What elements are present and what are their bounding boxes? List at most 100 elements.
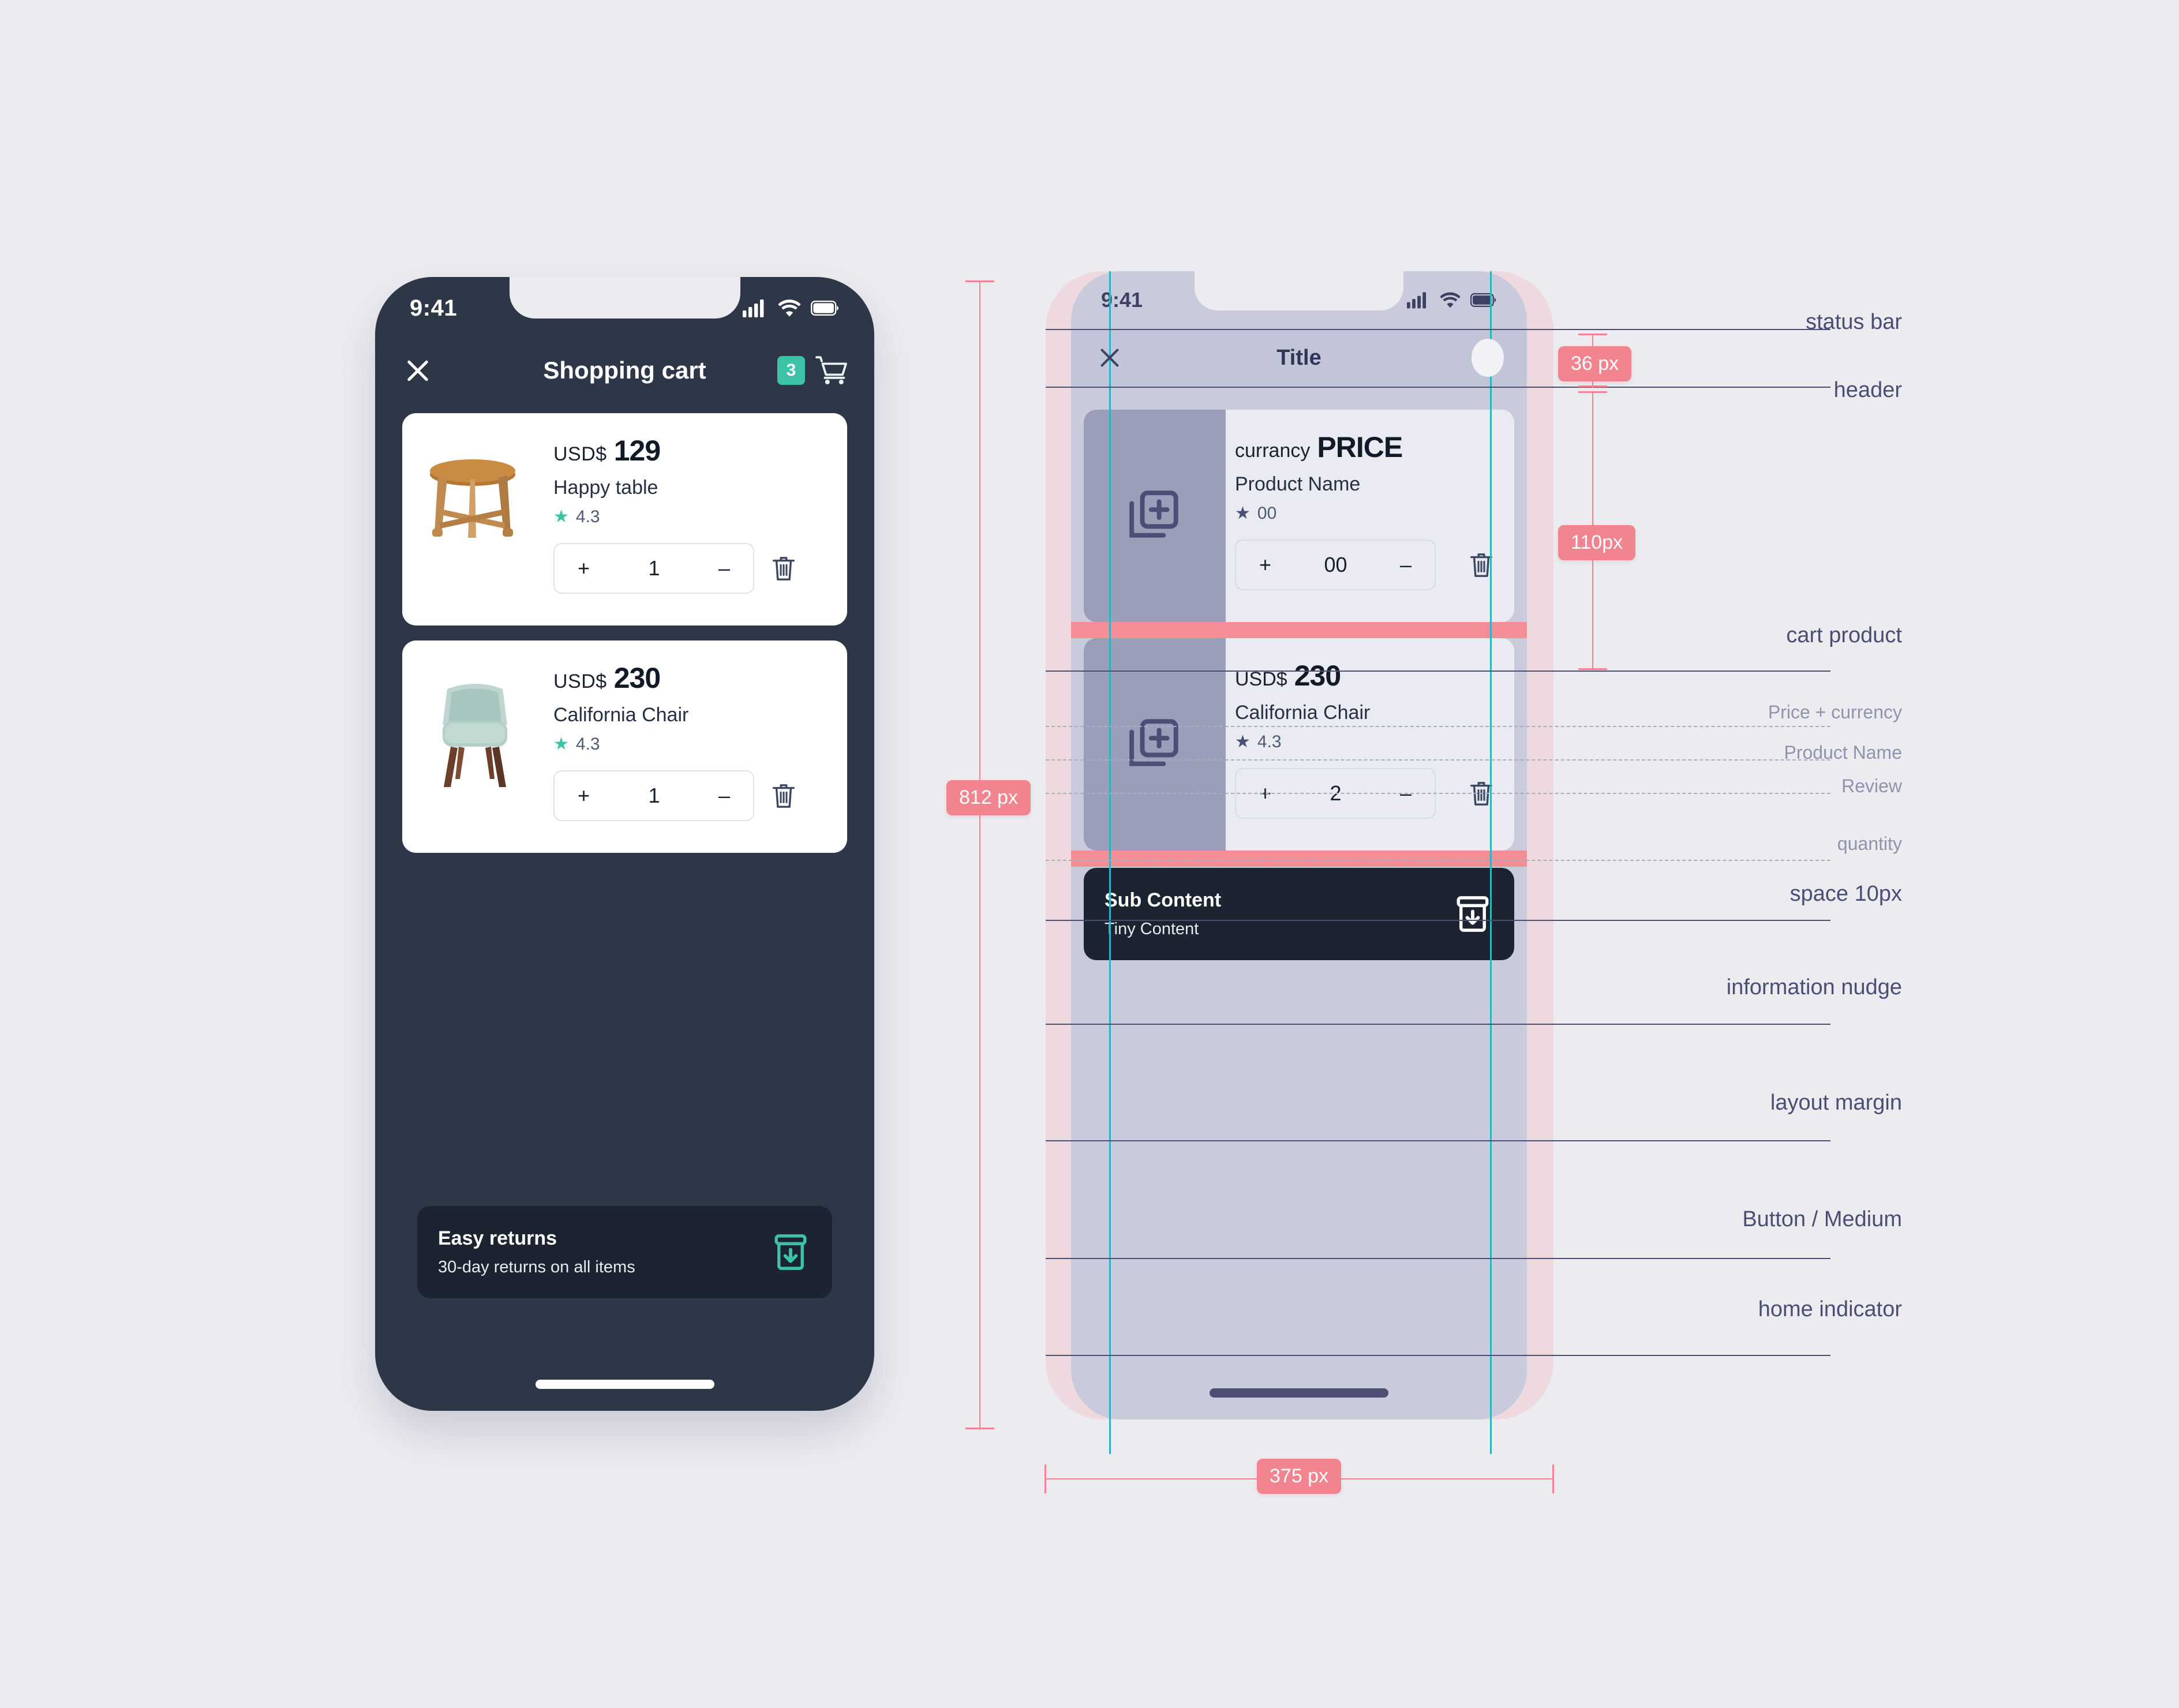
quantity-stepper[interactable]: + 1 –	[553, 770, 754, 821]
increment-button[interactable]: +	[578, 556, 590, 580]
quantity-stepper[interactable]: + 1 –	[553, 543, 754, 594]
battery-icon	[1470, 293, 1496, 307]
trash-icon[interactable]	[770, 553, 797, 583]
spacing-band	[1071, 851, 1527, 867]
home-indicator	[1210, 1388, 1388, 1398]
status-bar-icons	[1407, 291, 1497, 309]
status-bar: 9:41	[1071, 271, 1527, 329]
rating-value: 00	[1257, 504, 1277, 523]
product-name: Product Name	[1235, 473, 1361, 495]
annotation-layout-margin: layout margin	[1770, 1091, 1902, 1115]
cart-count-badge: 3	[777, 356, 805, 385]
page-title: Title	[1276, 345, 1321, 370]
price-amount: PRICE	[1317, 431, 1403, 463]
close-icon[interactable]	[1094, 342, 1125, 373]
price-currency: currancy	[1235, 440, 1311, 462]
price-row: USD$ 230	[553, 661, 828, 695]
annotation-information-nudge: information nudge	[1726, 975, 1902, 999]
trash-icon[interactable]	[770, 781, 797, 811]
annotation-header: header	[1833, 378, 1902, 402]
nudge-title: Sub Content	[1105, 889, 1222, 911]
section-line-status-bar	[1046, 329, 1830, 330]
rating-value: 4.3	[1257, 732, 1282, 751]
star-icon: ★	[1235, 732, 1251, 751]
avatar[interactable]	[1472, 339, 1504, 377]
design-phone-mockup: 9:41 Shopping cart 3 USD$ 129 Happy tabl…	[375, 277, 874, 1411]
return-box-icon	[774, 1234, 807, 1270]
product-details: USD$ 230 California Chair ★ 4.3 + 1 –	[544, 640, 847, 853]
decrement-button[interactable]: –	[1400, 553, 1412, 577]
increment-button[interactable]: +	[1259, 553, 1271, 577]
quantity-value: 1	[648, 784, 660, 807]
close-icon[interactable]	[400, 353, 435, 388]
quantity-value: 1	[648, 556, 660, 580]
home-indicator	[535, 1380, 714, 1389]
signal-icon	[1407, 292, 1427, 309]
measure-cap-header-top	[1578, 334, 1607, 335]
measure-cap-cart-top	[1578, 391, 1607, 393]
measure-cap-height-bottom	[965, 1428, 994, 1429]
product-details: USD$ 129 Happy table ★ 4.3 + 1 –	[544, 413, 847, 625]
annotation-cart-product: cart product	[1786, 623, 1902, 647]
product-rating: ★ 4.3	[1235, 732, 1495, 752]
return-box-icon	[1457, 896, 1489, 932]
wireframe-phone-body: 9:41 Title currancy PRICE Product Name ★…	[1071, 271, 1527, 1419]
vertical-guide-right	[1490, 271, 1492, 1454]
price-row: USD$ 230	[1235, 659, 1495, 692]
status-bar-time: 9:41	[1101, 288, 1143, 312]
annotation-price-currency: Price + currency	[1768, 702, 1902, 722]
decrement-button[interactable]: –	[718, 556, 730, 580]
product-name: California Chair	[553, 704, 689, 726]
measure-label-cart-product-height: 110px	[1558, 525, 1636, 560]
cart-product-list: USD$ 129 Happy table ★ 4.3 + 1 – USD$ 23…	[402, 413, 847, 868]
annotation-button-medium: Button / Medium	[1742, 1207, 1902, 1231]
annotation-product-name: Product Name	[1784, 742, 1902, 763]
section-line-layout-margin	[1046, 1140, 1830, 1141]
star-icon: ★	[553, 735, 569, 754]
measure-cap-width-left	[1044, 1464, 1046, 1493]
product-image-placeholder	[1084, 410, 1226, 622]
section-line-button	[1046, 1258, 1830, 1259]
image-placeholder-icon	[1129, 490, 1178, 538]
cart-product-card[interactable]: USD$ 129 Happy table ★ 4.3 + 1 –	[402, 413, 847, 625]
annotation-home-indicator: home indicator	[1758, 1297, 1902, 1321]
information-nudge[interactable]: Sub Content Tiny Content	[1084, 868, 1514, 960]
information-nudge[interactable]: Easy returns 30-day returns on all items	[417, 1206, 832, 1298]
measure-cap-header-bottom	[1578, 385, 1607, 387]
decrement-button[interactable]: –	[718, 784, 730, 808]
section-line-cart-product	[1046, 671, 1830, 672]
measure-cap-height-top	[965, 280, 994, 282]
annotation-quantity: quantity	[1837, 833, 1902, 854]
price-amount: 230	[613, 662, 661, 694]
cart-product-card[interactable]: USD$ 230 California Chair ★ 4.3 + 1 –	[402, 640, 847, 853]
dash-line-review	[1046, 793, 1830, 794]
product-image-chair	[402, 640, 544, 853]
dash-line-quantity	[1046, 860, 1830, 861]
price-currency: USD$	[553, 671, 607, 692]
measure-cap-width-right	[1552, 1464, 1554, 1493]
increment-button[interactable]: +	[578, 784, 590, 808]
measure-label-screen-width: 375 px	[1257, 1459, 1342, 1494]
section-line-nudge	[1046, 1024, 1830, 1025]
quantity-row: + 1 –	[553, 770, 828, 821]
shopping-cart-icon[interactable]	[815, 355, 849, 385]
quantity-stepper[interactable]: + 00 –	[1235, 540, 1436, 590]
annotation-status-bar: status bar	[1806, 310, 1902, 334]
nudge-subtitle: Tiny Content	[1105, 920, 1199, 938]
status-bar: 9:41	[375, 277, 874, 339]
quantity-row: + 1 –	[553, 543, 828, 594]
product-name: Happy table	[553, 477, 658, 499]
measure-label-screen-height: 812 px	[946, 780, 1031, 815]
wifi-icon	[778, 299, 801, 317]
image-placeholder-icon	[1129, 719, 1178, 766]
section-line-home-indicator	[1046, 1355, 1830, 1356]
price-row: currancy PRICE	[1235, 430, 1495, 464]
annotation-space: space 10px	[1789, 882, 1902, 906]
status-bar-icons	[743, 299, 840, 317]
cart-product-card[interactable]: currancy PRICE Product Name ★ 00 + 00 –	[1084, 410, 1514, 622]
measure-cap-cart-bottom	[1578, 668, 1607, 670]
design-canvas: 9:41 Shopping cart 3 USD$ 129 Happy tabl…	[0, 0, 2179, 1708]
product-name: California Chair	[1235, 702, 1371, 724]
header-actions: 3	[777, 355, 849, 385]
quantity-value: 00	[1324, 553, 1347, 576]
